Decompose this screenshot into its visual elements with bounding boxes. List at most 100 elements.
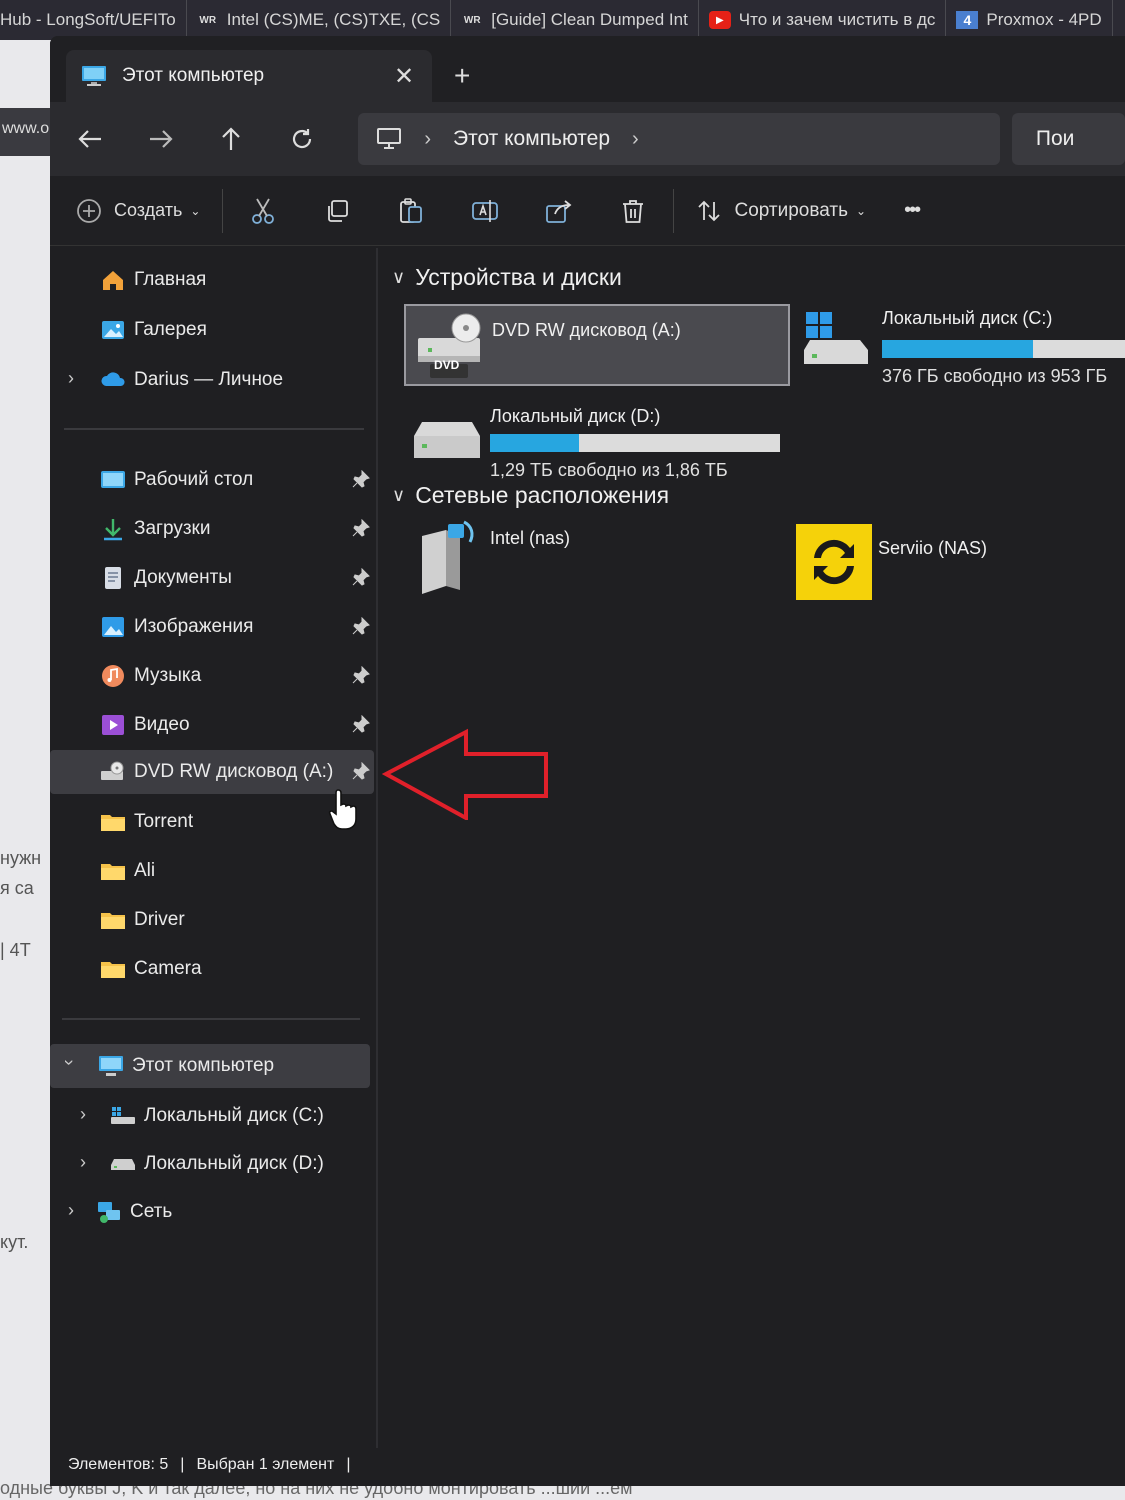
hard-drive-icon [414, 422, 480, 458]
browser-tab[interactable]: WR Intel (CS)ME, (CS)TXE, (CS [187, 0, 452, 40]
home-icon [100, 268, 126, 292]
breadcrumb-this-pc[interactable]: Этот компьютер [453, 127, 610, 151]
search-input[interactable]: Пои [1011, 113, 1125, 165]
tab-this-pc[interactable]: Этот компьютер ✕ [66, 50, 432, 102]
drive-tile-c[interactable]: Локальный диск (C:) 376 ГБ свободно из 9… [802, 308, 1125, 390]
chevron-down-icon[interactable]: › [59, 1060, 80, 1066]
chevron-down-icon: ∨ [392, 267, 406, 287]
sidebar-item-label: Локальный диск (D:) [144, 1153, 324, 1174]
browser-tab[interactable]: WR [Guide] Clean Dumped Int [451, 0, 699, 40]
browser-tab[interactable]: Hub - LongSoft/UEFITo [0, 0, 187, 40]
annotation-arrow-icon [382, 728, 548, 820]
pin-icon[interactable] [352, 470, 370, 488]
sidebar-item-label: Camera [134, 958, 202, 979]
background-text: | 4Т [0, 940, 31, 960]
pin-icon[interactable] [352, 617, 370, 635]
delete-button[interactable] [615, 193, 651, 229]
serviio-icon [796, 524, 872, 600]
computer-icon [98, 1054, 124, 1078]
pictures-icon [100, 615, 126, 639]
pin-icon[interactable] [352, 762, 370, 780]
status-separator: | [346, 1456, 351, 1473]
sidebar-item-this-pc[interactable]: › Этот компьютер [50, 1044, 370, 1088]
drive-usage-bar [490, 434, 780, 452]
sidebar-item-desktop[interactable]: Рабочий стол [50, 458, 374, 502]
desktop-icon [100, 468, 126, 492]
computer-icon [82, 66, 106, 86]
drive-tile-d[interactable]: Локальный диск (D:) 1,29 ТБ свободно из … [412, 406, 792, 482]
section-header-network[interactable]: ∨ Сетевые расположения [392, 482, 669, 509]
browser-tab-label: [Guide] Clean Dumped Int [491, 10, 688, 29]
create-button[interactable]: Создать ⌄ [76, 187, 200, 235]
sidebar-item-network[interactable]: Сеть [50, 1190, 374, 1234]
sort-button[interactable]: Сортировать ⌄ [696, 187, 866, 235]
sort-icon [698, 200, 721, 221]
drive-tile-dvd[interactable]: DVD DVD RW дисковод (A:) [404, 304, 790, 386]
onedrive-icon [100, 368, 126, 392]
network-location-intel[interactable]: Intel (nas) [414, 520, 744, 610]
folder-icon [100, 957, 126, 981]
tab-title: Этот компьютер [122, 65, 265, 86]
sidebar-item-label: Документы [134, 567, 232, 588]
new-tab-button[interactable]: + [454, 60, 470, 92]
plus-circle-icon [77, 198, 101, 223]
download-icon [100, 517, 126, 541]
folder-icon [100, 810, 126, 834]
chevron-down-icon: ⌄ [856, 203, 867, 218]
drive-usage-fill [490, 434, 579, 452]
sidebar-item-downloads[interactable]: Загрузки [50, 507, 374, 551]
sidebar-item-music[interactable]: Музыка [50, 654, 374, 698]
system-drive-icon [804, 312, 868, 364]
network-location-serviio[interactable]: Serviio (NAS) [796, 524, 1116, 604]
arrow-up-icon [222, 127, 241, 150]
video-icon [100, 713, 126, 737]
wr-icon: WR [199, 14, 217, 26]
sidebar-item-label: Этот компьютер [132, 1055, 275, 1076]
pin-icon[interactable] [352, 568, 370, 586]
back-button[interactable] [68, 115, 113, 163]
pin-icon[interactable] [352, 715, 370, 733]
sidebar-item-dvd-drive[interactable]: DVD RW дисковод (A:) [50, 750, 374, 794]
copy-button[interactable] [319, 193, 355, 229]
pin-icon[interactable] [352, 666, 370, 684]
sidebar-item-label: DVD RW дисковод (A:) [134, 761, 334, 782]
toolbar-divider [222, 188, 224, 233]
close-tab-button[interactable]: ✕ [390, 62, 418, 91]
title-bar: Этот компьютер ✕ + [50, 36, 1125, 102]
share-button[interactable] [541, 193, 577, 229]
trash-icon [623, 199, 644, 223]
refresh-button[interactable] [280, 115, 325, 163]
browser-tab[interactable]: 4 Proxmox - 4PD [946, 0, 1113, 40]
paste-button[interactable] [393, 193, 429, 229]
rename-button[interactable] [467, 193, 503, 229]
sidebar-item-documents[interactable]: Документы [50, 556, 374, 600]
section-header-devices[interactable]: ∨ Устройства и диски [392, 264, 622, 291]
address-bar[interactable]: › Этот компьютер › [358, 113, 1000, 165]
scissors-icon [252, 198, 275, 224]
sidebar-item-onedrive[interactable]: Darius — Личное [50, 358, 374, 402]
sidebar-item-label: Галерея [134, 319, 207, 340]
arrow-right-icon [149, 130, 173, 148]
sidebar-item-folder[interactable]: Driver [50, 898, 374, 942]
sidebar-item-label: Ali [134, 860, 156, 881]
more-options-button[interactable]: ••• [904, 187, 921, 235]
sidebar-item-folder[interactable]: Torrent [50, 800, 374, 844]
sidebar-item-label: Музыка [134, 665, 202, 686]
sidebar-item-folder[interactable]: Camera [50, 947, 374, 991]
forward-button[interactable] [139, 115, 184, 163]
pin-icon[interactable] [352, 519, 370, 537]
sidebar-item-folder[interactable]: Ali [50, 849, 374, 893]
dvd-drive-icon [100, 760, 126, 784]
browser-tab[interactable]: ▶ Что и зачем чистить в дс [699, 0, 947, 40]
sidebar-item-home[interactable]: Главная [50, 258, 374, 302]
up-button[interactable] [209, 115, 254, 163]
sidebar-item-gallery[interactable]: Галерея [50, 308, 374, 352]
sidebar-item-videos[interactable]: Видео [50, 703, 374, 747]
cut-button[interactable] [245, 193, 281, 229]
drive-free-space: 376 ГБ свободно из 953 ГБ [882, 366, 1108, 386]
sidebar-item-disk-d[interactable]: Локальный диск (D:) [50, 1142, 374, 1186]
sidebar-item-pictures[interactable]: Изображения [50, 605, 374, 649]
sidebar-item-disk-c[interactable]: Локальный диск (C:) [50, 1094, 374, 1138]
sort-label: Сортировать [734, 199, 848, 221]
chevron-right-icon[interactable]: › [632, 128, 639, 151]
